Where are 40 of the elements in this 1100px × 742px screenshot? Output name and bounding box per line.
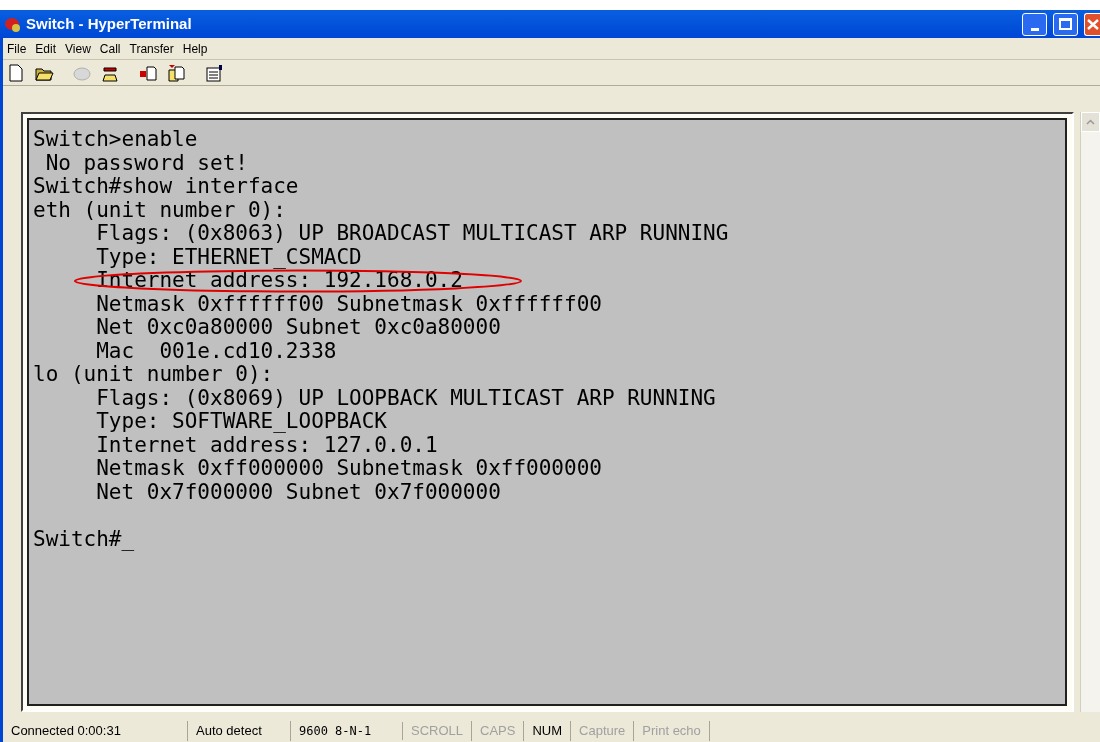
menu-item[interactable]: Help bbox=[182, 39, 208, 58]
properties-icon[interactable] bbox=[204, 62, 224, 83]
menu-item[interactable]: Edit bbox=[35, 39, 57, 58]
status-bar-item: Print echo bbox=[634, 721, 710, 741]
terminal-line: Type: ETHERNET_CSMACD bbox=[95, 245, 362, 269]
document-icon[interactable] bbox=[6, 62, 26, 83]
menu-item[interactable]: File bbox=[7, 39, 27, 58]
minimize-button[interactable] bbox=[1022, 12, 1047, 36]
caret-up-icon bbox=[1086, 119, 1095, 125]
phone-app-icon bbox=[4, 15, 22, 33]
status-bar-item: 9600 8-N-1 bbox=[291, 722, 403, 740]
terminal-line: Flags: (0x8063) UP BROADCAST MULTICAST ARP RUNNING bbox=[95, 222, 729, 246]
menu-item[interactable]: Call bbox=[99, 39, 121, 58]
terminal-line: Mac 001e.cd10.2338 bbox=[95, 339, 337, 363]
terminal-line: Internet address: 127.0.0.1 bbox=[95, 433, 438, 457]
receive-folder-icon[interactable] bbox=[166, 62, 186, 83]
terminal-line: lo (unit number 0): bbox=[33, 363, 274, 387]
close-icon bbox=[1085, 17, 1099, 31]
terminal-line: eth (unit number 0): bbox=[33, 198, 286, 222]
terminal-line: Net 0x7f000000 Subnet 0x7f000000 bbox=[95, 480, 501, 504]
window-title: Switch - HyperTerminal bbox=[26, 13, 192, 34]
status-bar-item: CAPS bbox=[472, 721, 525, 741]
status-bar-item: Capture bbox=[571, 721, 635, 741]
status-bar-item: NUM bbox=[524, 721, 572, 741]
terminal-line: Switch>enable bbox=[33, 128, 198, 152]
status-bar-item: Auto detect bbox=[188, 721, 291, 741]
terminal-line: Netmask 0xffffff00 Subnetmask 0xffffff00 bbox=[95, 292, 602, 316]
maximize-button[interactable] bbox=[1053, 12, 1078, 36]
terminal-line: Net 0xc0a80000 Subnet 0xc0a80000 bbox=[95, 316, 501, 340]
terminal-line: No password set! bbox=[44, 151, 248, 175]
terminal-line: Type: SOFTWARE_LOOPBACK bbox=[95, 410, 387, 434]
status-bar-item: Connected 0:00:31 bbox=[3, 721, 188, 741]
menu-item[interactable]: Transfer bbox=[129, 39, 174, 58]
close-button[interactable] bbox=[1084, 12, 1100, 36]
status-bar-item: SCROLL bbox=[403, 721, 473, 741]
terminal-line: Flags: (0x8069) UP LOOPBACK MULTICAST ARP RUNNING bbox=[95, 386, 716, 410]
terminal-line: Netmask 0xff000000 Subnetmask 0xff000000 bbox=[95, 457, 602, 481]
terminal-line: Switch#show interface bbox=[33, 175, 299, 199]
menu-item[interactable]: View bbox=[65, 39, 91, 58]
terminal-prompt: Switch#_ bbox=[33, 527, 135, 551]
